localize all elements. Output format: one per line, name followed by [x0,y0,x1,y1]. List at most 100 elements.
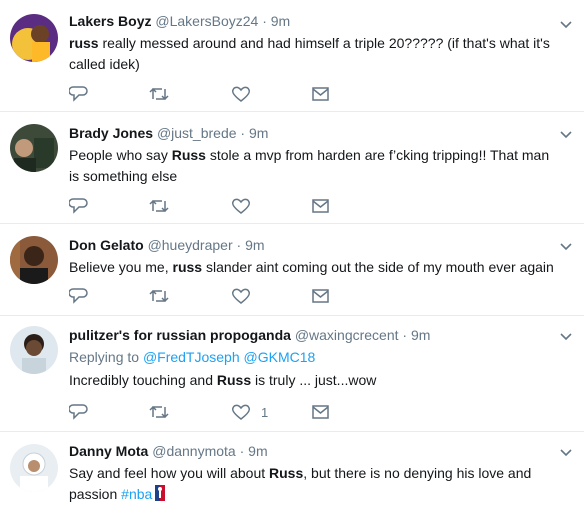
timestamp[interactable]: 9m [411,327,430,343]
nba-logo-icon [155,485,166,507]
message-button[interactable] [311,402,331,422]
tweet-header: Brady Jones @just_brede · 9m [69,124,554,142]
tweet[interactable]: pulitzer's for russian propoganda @waxin… [0,316,584,432]
tweet-text-pre: Believe you me, [69,259,173,275]
display-name[interactable]: Don Gelato [69,237,144,253]
tweet-header: Don Gelato @hueydraper · 9m [69,236,554,254]
avatar[interactable] [10,236,58,284]
retweet-button[interactable] [149,402,169,422]
tweet-actions [69,196,349,216]
caret-down-icon[interactable] [558,126,574,142]
message-icon [312,87,329,101]
retweet-icon [149,199,169,213]
tweet-text: Believe you me, russ slander aint coming… [69,257,554,278]
caret-down-icon[interactable] [558,444,574,460]
tweet-actions [69,286,349,306]
message-icon [312,289,329,303]
tweet-text: People who say Russ stole a mvp from har… [69,145,554,187]
separator-dot: · [239,443,245,459]
display-name[interactable]: Brady Jones [69,125,153,141]
tweet[interactable]: Danny Mota @dannymota · 9m Say and feel … [0,432,584,514]
retweet-icon [149,405,169,419]
tweet-actions [69,84,349,104]
tweet-text: russ really messed around and had himsel… [69,33,554,75]
replying-to: Replying to @FredTJoseph @GKMC18 [69,348,554,366]
caret-down-icon[interactable] [558,16,574,32]
timestamp[interactable]: 9m [271,13,290,29]
like-button[interactable] [231,286,261,306]
retweet-button[interactable] [149,286,169,306]
timestamp[interactable]: 9m [248,443,267,459]
tweet-text-rest: slander aint coming out the side of my m… [202,259,554,275]
retweet-icon [149,289,169,303]
search-term: Russ [171,147,206,163]
timestamp[interactable]: 9m [249,125,268,141]
timestamp[interactable]: 9m [245,237,264,253]
retweet-icon [149,87,169,101]
retweet-button[interactable] [149,196,169,216]
caret-down-icon[interactable] [558,238,574,254]
like-button[interactable]: 1 [231,402,268,422]
avatar[interactable] [10,326,58,374]
tweet-header: pulitzer's for russian propoganda @waxin… [69,326,554,344]
message-button[interactable] [311,84,331,104]
tweet-header: Danny Mota @dannymota · 9m [69,442,554,460]
avatar[interactable] [10,444,58,492]
reply-mention[interactable]: @FredTJoseph [143,349,240,365]
like-icon [231,404,251,420]
separator-dot: · [262,13,267,29]
display-name[interactable]: pulitzer's for russian propoganda [69,327,291,343]
hashtag-link[interactable]: #nba [121,486,152,502]
tweet-text-pre: Incredibly touching and [69,372,217,388]
reply-button[interactable] [69,286,89,306]
tweet-feed: Lakers Boyz @LakersBoyz24 · 9m russ real… [0,0,584,514]
tweet-header: Lakers Boyz @LakersBoyz24 · 9m [69,12,554,30]
separator-dot: · [402,327,408,343]
caret-down-icon[interactable] [558,328,574,344]
user-handle[interactable]: @hueydraper [148,237,233,253]
reply-mention[interactable]: @GKMC18 [244,349,316,365]
separator-dot: · [240,125,246,141]
tweet-text-pre: Say and feel how you will about [69,465,270,481]
separator-dot: · [236,237,242,253]
reply-button[interactable] [69,196,89,216]
like-icon [231,86,251,102]
reply-icon [69,404,88,420]
tweet[interactable]: Brady Jones @just_brede · 9m People who … [0,112,584,224]
display-name[interactable]: Lakers Boyz [69,13,151,29]
reply-icon [69,86,88,102]
like-icon [231,288,251,304]
user-handle[interactable]: @dannymota [152,443,235,459]
reply-icon [69,198,88,214]
tweet-text-pre: People who say [69,147,172,163]
search-term: Russ [216,372,252,388]
reply-icon [69,288,88,304]
message-icon [312,199,329,213]
user-handle[interactable]: @waxingcrecent [295,327,399,343]
tweet[interactable]: Lakers Boyz @LakersBoyz24 · 9m russ real… [0,0,584,112]
reply-button[interactable] [69,84,89,104]
tweet-text-rest: really messed around and had himself a t… [69,35,550,72]
message-button[interactable] [311,196,331,216]
like-button[interactable] [231,196,261,216]
tweet-text: Incredibly touching and Russ is truly ..… [69,370,554,391]
display-name[interactable]: Danny Mota [69,443,148,459]
avatar[interactable] [10,14,58,62]
tweet-text: Say and feel how you will about Russ, bu… [69,463,554,507]
search-term: russ [69,35,99,51]
like-count: 1 [261,404,269,420]
reply-button[interactable] [69,402,89,422]
message-button[interactable] [311,286,331,306]
user-handle[interactable]: @just_brede [157,125,237,141]
like-button[interactable] [231,84,261,104]
user-handle[interactable]: @LakersBoyz24 [155,13,258,29]
message-icon [312,405,329,419]
search-term: russ [172,259,203,275]
like-icon [231,198,251,214]
tweet-actions: 1 [69,402,349,422]
retweet-button[interactable] [149,84,169,104]
tweet[interactable]: Don Gelato @hueydraper · 9m Believe you … [0,224,584,316]
replying-to-label: Replying to [69,349,140,365]
search-term: Russ [269,465,304,481]
avatar[interactable] [10,124,58,172]
